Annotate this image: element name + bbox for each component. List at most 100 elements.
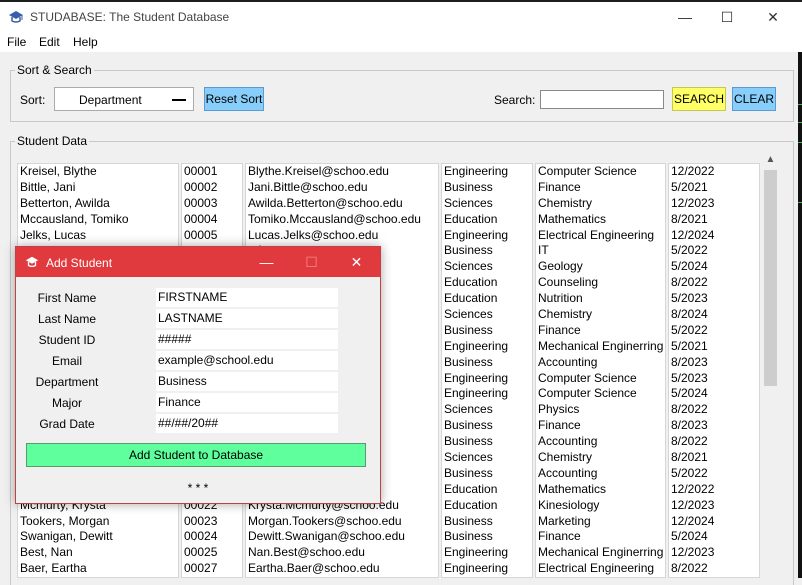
department-cell[interactable]: Engineering [442,386,532,402]
major-cell[interactable]: IT [536,243,665,259]
department-cell[interactable]: Sciences [442,307,532,323]
vertical-scrollbar[interactable]: ▲ [762,152,779,578]
name-cell[interactable]: Mccausland, Tomiko [18,212,178,228]
department-cell[interactable]: Business [442,180,532,196]
grad-date-field[interactable]: ##/##/20## [156,414,338,433]
department-cell[interactable]: Engineering [442,228,532,244]
major-cell[interactable]: Mathematics [536,212,665,228]
grad-date-cell[interactable]: 12/2023 [669,498,759,514]
grad-date-cell[interactable]: 5/2021 [669,339,759,355]
id-cell[interactable]: 00003 [182,196,242,212]
major-cell[interactable]: Computer Science [536,371,665,387]
grad-date-cell[interactable]: 5/2024 [669,259,759,275]
scroll-up-icon[interactable]: ▲ [762,154,779,165]
major-cell[interactable]: Mathematics [536,482,665,498]
department-cell[interactable]: Engineering [442,545,532,561]
email-field[interactable]: example@school.edu [156,351,338,370]
grad-date-cell[interactable]: 8/2022 [669,275,759,291]
scrollbar-thumb[interactable] [764,170,777,386]
major-cell[interactable]: Finance [536,323,665,339]
email-cell[interactable]: Dewitt.Swanigan@schoo.edu [246,529,438,545]
grad-date-cell[interactable]: 12/2022 [669,164,759,180]
grad-date-cell[interactable]: 5/2022 [669,466,759,482]
major-cell[interactable]: Marketing [536,514,665,530]
department-column[interactable]: Engineering Business Sciences Education Engi… [441,163,533,578]
major-cell[interactable]: Nutrition [536,291,665,307]
email-cell[interactable]: Tomiko.Mccausland@schoo.edu [246,212,438,228]
major-cell[interactable]: Chemistry [536,450,665,466]
id-cell[interactable]: 00005 [182,228,242,244]
department-cell[interactable]: Business [442,323,532,339]
sort-select[interactable]: Department [54,87,194,111]
name-cell[interactable]: Tookers, Morgan [18,514,178,530]
name-cell[interactable]: Betterton, Awilda [18,196,178,212]
grad-date-cell[interactable]: 8/2023 [669,355,759,371]
email-cell[interactable]: Nan.Best@schoo.edu [246,545,438,561]
major-column[interactable]: Computer Science Finance Chemistry Mathemat… [535,163,666,578]
major-cell[interactable]: Mechanical Enginerring [536,339,665,355]
grad-date-cell[interactable]: 8/2021 [669,212,759,228]
grad-date-cell[interactable]: 8/2024 [669,307,759,323]
close-button[interactable]: ✕ [750,2,796,32]
first-name-field[interactable]: FIRSTNAME [156,288,338,307]
department-field[interactable]: Business [156,372,338,391]
major-cell[interactable]: Computer Science [536,164,665,180]
grad-date-cell[interactable]: 8/2022 [669,402,759,418]
department-cell[interactable]: Education [442,498,532,514]
name-cell[interactable]: Swanigan, Dewitt [18,529,178,545]
department-cell[interactable]: Engineering [442,561,532,577]
major-cell[interactable]: Kinesiology [536,498,665,514]
window-titlebar[interactable]: STUDABASE: The Student Database — ☐ ✕ [0,2,802,32]
grad-date-cell[interactable]: 8/2021 [669,450,759,466]
clear-button[interactable]: CLEAR [732,87,776,111]
maximize-button[interactable]: ☐ [704,2,750,32]
department-cell[interactable]: Business [442,529,532,545]
email-cell[interactable]: Morgan.Tookers@schoo.edu [246,514,438,530]
grad-date-cell[interactable]: 8/2022 [669,561,759,577]
dialog-minimize-button[interactable]: — [244,247,289,277]
major-field[interactable]: Finance [156,393,338,412]
menu-edit[interactable]: Edit [39,35,60,49]
id-cell[interactable]: 00001 [182,164,242,180]
email-cell[interactable]: Awilda.Betterton@schoo.edu [246,196,438,212]
menu-help[interactable]: Help [73,35,98,49]
grad-date-cell[interactable]: 5/2023 [669,291,759,307]
reset-sort-button[interactable]: Reset Sort [204,87,264,111]
name-cell[interactable]: Kreisel, Blythe [18,164,178,180]
department-cell[interactable]: Education [442,291,532,307]
email-cell[interactable]: Blythe.Kreisel@schoo.edu [246,164,438,180]
major-cell[interactable]: Accounting [536,355,665,371]
major-cell[interactable]: Finance [536,180,665,196]
search-input[interactable] [540,90,664,109]
grad-date-cell[interactable]: 5/2024 [669,529,759,545]
department-cell[interactable]: Sciences [442,402,532,418]
grad-date-cell[interactable]: 5/2022 [669,323,759,339]
grad-date-cell[interactable]: 5/2022 [669,243,759,259]
major-cell[interactable]: Chemistry [536,307,665,323]
major-cell[interactable]: Accounting [536,434,665,450]
student-id-field[interactable]: ##### [156,330,338,349]
name-cell[interactable]: Bittle, Jani [18,180,178,196]
dialog-close-button[interactable]: ✕ [334,247,379,277]
department-cell[interactable]: Business [442,466,532,482]
major-cell[interactable]: Counseling [536,275,665,291]
id-cell[interactable]: 00024 [182,529,242,545]
department-cell[interactable]: Education [442,212,532,228]
menu-file[interactable]: File [7,35,26,49]
major-cell[interactable]: Finance [536,418,665,434]
search-button[interactable]: SEARCH [672,87,726,111]
department-cell[interactable]: Business [442,418,532,434]
dialog-maximize-button[interactable]: ☐ [289,247,334,277]
department-cell[interactable]: Education [442,275,532,291]
name-cell[interactable]: Jelks, Lucas [18,228,178,244]
department-cell[interactable]: Business [442,355,532,371]
id-cell[interactable]: 00002 [182,180,242,196]
department-cell[interactable]: Business [442,434,532,450]
department-cell[interactable]: Sciences [442,196,532,212]
id-cell[interactable]: 00027 [182,561,242,577]
last-name-field[interactable]: LASTNAME [156,309,338,328]
major-cell[interactable]: Computer Science [536,386,665,402]
grad-date-cell[interactable]: 5/2021 [669,180,759,196]
grad-date-cell[interactable]: 8/2022 [669,434,759,450]
grad-date-cell[interactable]: 12/2023 [669,545,759,561]
